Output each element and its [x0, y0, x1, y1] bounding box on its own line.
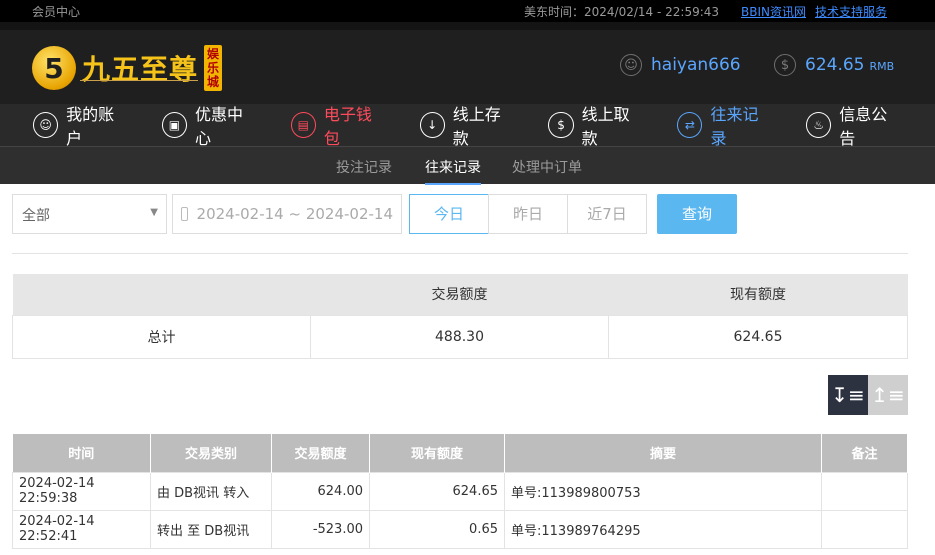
nav-item-deposit[interactable]: ↓ 线上存款 — [419, 101, 515, 149]
tab-pending-orders[interactable]: 处理中订单 — [512, 157, 582, 177]
logo-text: 九五至尊 — [82, 53, 199, 86]
time-value: 2024/02/14 - 22:59:43 — [584, 5, 720, 19]
main-nav: ☺ 我的账户 ▣ 优惠中心 ▤ 电子钱包 ↓ 线上存款 $ 线上取款 ⇄ 往来记录 ♨ 信息公… — [0, 101, 935, 149]
sort-descending-icon[interactable]: ↧≡ — [828, 375, 868, 415]
nav-label: 线上存款 — [452, 105, 501, 148]
cell-amount: 624.00 — [271, 471, 370, 511]
logo[interactable]: 5 九五至尊 娱乐城 — [32, 40, 223, 96]
nav-item-announcements[interactable]: ♨ 信息公告 — [806, 101, 901, 149]
logo-badge: 5 — [32, 46, 76, 90]
cell-remark — [821, 509, 908, 549]
cell-time: 2024-02-14 22:59:38 — [12, 471, 151, 511]
summary-row: 总计 488.30 624.65 — [12, 314, 908, 359]
nav-label: 优惠中心 — [195, 105, 244, 148]
balance-amount: 624.65 — [805, 55, 865, 75]
member-center-label: 会员中心 — [32, 5, 81, 19]
currency-unit: RMB — [869, 60, 895, 73]
record-icon: ⇄ — [677, 112, 703, 138]
bell-icon: ♨ — [806, 112, 832, 138]
top-bar: 会员中心 美东时间：2024/02/14 - 22:59:43 BBIN资讯网 … — [0, 0, 935, 22]
divider — [12, 253, 908, 254]
sort-buttons: ↧≡ ↥≡ — [828, 375, 908, 415]
summary-header-row: 交易额度 现有额度 — [12, 274, 908, 315]
col-amount: 交易额度 — [271, 434, 370, 472]
col-balance: 现有额度 — [369, 434, 505, 472]
cell-type: 由 DB视讯 转入 — [150, 471, 272, 511]
cell-balance: 0.65 — [369, 509, 505, 549]
last-7-days-button[interactable]: 近7日 — [567, 194, 647, 234]
summary-header-balance: 现有额度 — [608, 274, 908, 315]
summary-header-amount: 交易额度 — [310, 274, 609, 315]
col-type: 交易类别 — [150, 434, 272, 472]
table-row: 2024-02-14 22:59:38 由 DB视讯 转入 624.00 624… — [12, 471, 908, 511]
records-header-row: 时间 交易类别 交易额度 现有额度 摘要 备注 — [12, 434, 908, 472]
sub-nav: 投注记录 往来记录 处理中订单 — [0, 146, 935, 185]
nav-label: 我的账户 — [66, 105, 115, 148]
col-remark: 备注 — [821, 434, 908, 472]
nav-item-my-account[interactable]: ☺ 我的账户 — [33, 101, 128, 149]
gift-icon: ▣ — [161, 112, 187, 138]
summary-total-balance: 624.65 — [608, 314, 908, 359]
type-select[interactable]: 全部 ▼ — [12, 194, 167, 234]
cell-summary: 单号:113989764295 — [504, 509, 822, 549]
nav-label: 往来记录 — [710, 105, 759, 148]
summary-header-empty — [12, 274, 311, 315]
user-info[interactable]: ☺ haiyan666 — [620, 54, 741, 76]
nav-item-withdraw[interactable]: $ 线上取款 — [548, 101, 643, 149]
cell-summary: 单号:113989800753 — [504, 471, 822, 511]
wallet-icon: ▤ — [290, 112, 316, 138]
balance-info: $ 624.65 RMB — [774, 54, 894, 76]
today-button[interactable]: 今日 — [409, 194, 489, 234]
username: haiyan666 — [651, 55, 741, 75]
tab-transaction-records[interactable]: 往来记录 — [425, 157, 481, 185]
date-range-value: 2024-02-14 ~ 2024-02-14 — [196, 205, 393, 223]
summary-total-label: 总计 — [12, 314, 311, 359]
eastern-time: 美东时间：2024/02/14 - 22:59:43 — [524, 3, 719, 20]
cell-remark — [821, 471, 908, 511]
withdraw-icon: $ — [548, 112, 574, 138]
nav-item-e-wallet[interactable]: ▤ 电子钱包 — [290, 101, 386, 149]
col-summary: 摘要 — [504, 434, 822, 472]
header: 5 九五至尊 娱乐城 ☺ haiyan666 $ 624.65 RMB — [0, 22, 935, 104]
logo-side-text: 娱乐城 — [204, 45, 223, 91]
chevron-down-icon: ▼ — [150, 207, 158, 218]
nav-item-records[interactable]: ⇄ 往来记录 — [677, 101, 772, 149]
calendar-icon — [181, 207, 188, 221]
type-select-value: 全部 — [22, 208, 50, 224]
logo-decoration — [80, 80, 198, 81]
deposit-icon: ↓ — [419, 112, 445, 138]
user-icon: ☺ — [33, 112, 59, 138]
bbin-link[interactable]: BBIN资讯网 — [741, 3, 806, 20]
nav-item-promotions[interactable]: ▣ 优惠中心 — [161, 101, 257, 149]
cell-balance: 624.65 — [369, 471, 505, 511]
yesterday-button[interactable]: 昨日 — [488, 194, 568, 234]
sort-ascending-icon[interactable]: ↥≡ — [868, 375, 908, 415]
user-icon: ☺ — [620, 54, 642, 76]
summary-total-amount: 488.30 — [310, 314, 609, 359]
cell-time: 2024-02-14 22:52:41 — [12, 509, 151, 549]
summary-table: 交易额度 现有额度 总计 488.30 624.65 — [12, 274, 908, 359]
nav-label: 信息公告 — [839, 105, 888, 148]
dollar-icon: $ — [774, 54, 796, 76]
nav-label: 电子钱包 — [323, 105, 372, 148]
query-button[interactable]: 查询 — [657, 194, 737, 234]
cell-amount: -523.00 — [271, 509, 370, 549]
cell-type: 转出 至 DB视讯 — [150, 509, 272, 549]
support-link[interactable]: 技术支持服务 — [815, 3, 887, 20]
table-row: 2024-02-14 22:52:41 转出 至 DB视讯 -523.00 0.… — [12, 509, 908, 549]
filter-bar: 全部 ▼ 2024-02-14 ~ 2024-02-14 今日 昨日 近7日 查… — [12, 194, 742, 234]
tab-bet-records[interactable]: 投注记录 — [336, 157, 392, 177]
nav-label: 线上取款 — [581, 105, 630, 148]
date-range-input[interactable]: 2024-02-14 ~ 2024-02-14 — [172, 194, 402, 234]
records-table: 时间 交易类别 交易额度 现有额度 摘要 备注 2024-02-14 22:59… — [12, 434, 908, 549]
col-time: 时间 — [12, 434, 151, 472]
time-label: 美东时间： — [524, 5, 585, 19]
